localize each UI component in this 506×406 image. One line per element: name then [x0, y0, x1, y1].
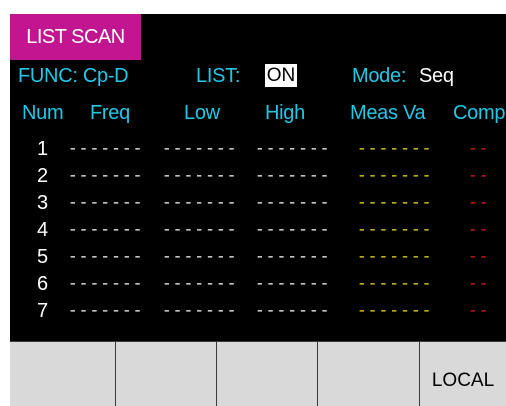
softkey-bar: LOCAL [10, 341, 506, 406]
meas-value-cell: ------- [357, 248, 433, 266]
table-row: 3 ------- ------- ------- ------- -- [10, 190, 506, 216]
high-cell[interactable]: ------- [255, 271, 331, 297]
comp-cell: -- [468, 167, 490, 185]
local-button[interactable]: LOCAL [419, 341, 506, 406]
high-cell[interactable]: ------- [255, 244, 331, 270]
meas-value-cell: ------- [357, 221, 433, 239]
freq-cell[interactable]: ------- [68, 271, 144, 297]
table-row: 4 ------- ------- ------- ------- -- [10, 217, 506, 243]
list-label: LIST: [196, 65, 241, 87]
meas-value-cell: ------- [357, 302, 433, 320]
row-number: 4 [37, 219, 49, 241]
table-row: 7 ------- ------- ------- ------- -- [10, 298, 506, 324]
column-header-num: Num [22, 102, 64, 124]
low-cell[interactable]: ------- [162, 298, 238, 324]
softkey-4[interactable] [317, 341, 419, 406]
freq-cell[interactable]: ------- [68, 136, 144, 162]
meas-value-cell: ------- [357, 140, 433, 158]
high-cell[interactable]: ------- [255, 163, 331, 189]
column-header-comp: Comp [453, 102, 506, 124]
high-cell[interactable]: ------- [255, 298, 331, 324]
comp-cell: -- [468, 221, 490, 239]
comp-cell: -- [468, 248, 490, 266]
freq-cell[interactable]: ------- [68, 217, 144, 243]
mode-value[interactable]: Seq [419, 64, 454, 88]
comp-cell: -- [468, 140, 490, 158]
row-number: 5 [37, 246, 49, 268]
low-cell[interactable]: ------- [162, 244, 238, 270]
freq-cell[interactable]: ------- [68, 298, 144, 324]
tab-list-scan[interactable]: LIST SCAN [10, 14, 141, 60]
meas-value-cell: ------- [357, 194, 433, 212]
row-number: 7 [37, 300, 49, 322]
column-header-freq: Freq [90, 102, 130, 124]
freq-cell[interactable]: ------- [68, 190, 144, 216]
softkey-3[interactable] [216, 341, 317, 406]
high-cell[interactable]: ------- [255, 190, 331, 216]
table-row: 1 ------- ------- ------- ------- -- [10, 136, 506, 162]
table-row: 2 ------- ------- ------- ------- -- [10, 163, 506, 189]
mode-label: Mode: [352, 65, 407, 87]
comp-cell: -- [468, 302, 490, 320]
high-cell[interactable]: ------- [255, 136, 331, 162]
low-cell[interactable]: ------- [162, 163, 238, 189]
table-row: 6 ------- ------- ------- ------- -- [10, 271, 506, 297]
softkey-1[interactable] [10, 341, 115, 406]
meas-value-cell: ------- [357, 167, 433, 185]
func-label: FUNC: Cp-D [18, 65, 129, 87]
instrument-screen: LIST SCAN FUNC: Cp-D LIST: ON Mode: Seq … [10, 14, 506, 406]
row-number: 6 [37, 273, 49, 295]
column-header-high: High [265, 102, 305, 124]
row-number: 1 [37, 138, 49, 160]
low-cell[interactable]: ------- [162, 271, 238, 297]
freq-cell[interactable]: ------- [68, 163, 144, 189]
low-cell[interactable]: ------- [162, 217, 238, 243]
comp-cell: -- [468, 194, 490, 212]
column-header-meas-va: Meas Va [350, 102, 426, 124]
freq-cell[interactable]: ------- [68, 244, 144, 270]
row-number: 3 [37, 192, 49, 214]
list-toggle-value[interactable]: ON [265, 64, 297, 87]
high-cell[interactable]: ------- [255, 217, 331, 243]
meas-value-cell: ------- [357, 275, 433, 293]
low-cell[interactable]: ------- [162, 190, 238, 216]
softkey-2[interactable] [115, 341, 216, 406]
table-row: 5 ------- ------- ------- ------- -- [10, 244, 506, 270]
row-number: 2 [37, 165, 49, 187]
comp-cell: -- [468, 275, 490, 293]
column-header-low: Low [184, 102, 220, 124]
low-cell[interactable]: ------- [162, 136, 238, 162]
